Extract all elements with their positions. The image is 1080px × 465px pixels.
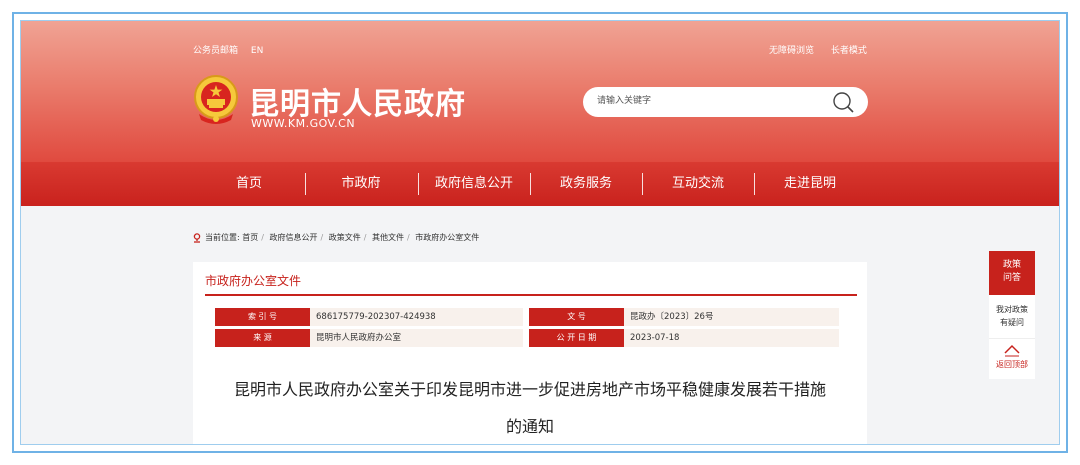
document-number-label: 文 号 [529,308,624,326]
breadcrumb-separator: / [261,233,264,242]
panel-title: 市政府办公室文件 [205,274,302,288]
topbar-right: 无障碍浏览 长者模式 [769,43,881,56]
breadcrumb-policy-documents[interactable]: 政策文件 [329,233,361,242]
breadcrumb-office-documents[interactable]: 市政府办公室文件 [415,233,479,242]
site-url: WWW.KM.GOV.CN [251,117,356,130]
main-content: 当前位置: 首页 / 政府信息公开 / 政策文件 / 其他文件 / 市政府办公室文件 市… [193,232,867,444]
panel-title-rule [205,294,857,296]
nav-item-info-disclosure[interactable]: 政府信息公开 [418,162,530,206]
back-to-top-label: 返回顶部 [996,360,1028,369]
location-pin-icon [193,232,201,243]
breadcrumb-prefix: 当前位置: [205,233,240,242]
source-value: 昆明市人民政府办公室 [310,329,523,347]
policy-question-line2: 有疑问 [1000,318,1024,327]
policy-qa-button[interactable]: 政策 问答 [989,251,1035,295]
nav-item-municipal-government[interactable]: 市政府 [305,162,417,206]
search-input[interactable] [597,95,817,105]
nav-item-home[interactable]: 首页 [193,162,305,206]
document-panel: 市政府办公室文件 索 引 号 686175779-202307-424938 文… [193,262,867,444]
elder-mode-link[interactable]: 长者模式 [831,46,867,56]
nav-item-about-kunming[interactable]: 走进昆明 [754,162,866,206]
meta-row-source: 来 源 昆明市人民政府办公室 公 开 日 期 2023-07-18 [215,329,839,347]
policy-qa-line2: 问答 [1002,273,1021,283]
breadcrumb-separator: / [407,233,410,242]
site-header: 公务员邮箱 EN 无障碍浏览 长者模式 昆明市人民政府 WWW.KM.GOV.C… [21,21,1059,162]
search-box [583,87,868,117]
english-link[interactable]: EN [251,46,263,56]
policy-qa-line1: 政策 [1002,260,1021,270]
breadcrumb-home[interactable]: 首页 [242,233,258,242]
breadcrumb: 当前位置: 首页 / 政府信息公开 / 政策文件 / 其他文件 / 市政府办公室文件 [193,232,479,243]
publish-date-label: 公 开 日 期 [529,329,624,347]
index-number-value: 686175779-202307-424938 [310,308,523,326]
breadcrumb-separator: / [320,233,324,242]
document-title-line1: 昆明市人民政府办公室关于印发昆明市进一步促进房地产市场平稳健康发展若干措施 [233,380,826,399]
index-number-label: 索 引 号 [215,308,310,326]
nav-item-interaction[interactable]: 互动交流 [642,162,754,206]
browser-viewport: 公务员邮箱 EN 无障碍浏览 长者模式 昆明市人民政府 WWW.KM.GOV.C… [20,20,1060,445]
national-emblem-icon[interactable] [193,74,239,126]
screenshot-frame: 公务员邮箱 EN 无障碍浏览 长者模式 昆明市人民政府 WWW.KM.GOV.C… [12,12,1068,453]
meta-row-index: 索 引 号 686175779-202307-424938 文 号 昆政办〔20… [215,308,839,326]
accessibility-link[interactable]: 无障碍浏览 [769,46,814,56]
policy-question-button[interactable]: 我对政策 有疑问 [989,295,1035,339]
chevron-up-icon [1004,344,1020,357]
breadcrumb-info-disclosure[interactable]: 政府信息公开 [270,233,318,242]
main-nav: 首页 市政府 政府信息公开 政务服务 互动交流 走进昆明 [21,162,1059,206]
publish-date-value: 2023-07-18 [624,329,839,347]
email-link[interactable]: 公务员邮箱 [193,46,238,56]
topbar-left: 公务员邮箱 EN [193,43,273,56]
side-float-bar: 政策 问答 我对政策 有疑问 返回顶部 [989,251,1035,379]
breadcrumb-other-documents[interactable]: 其他文件 [372,233,404,242]
back-to-top-button[interactable]: 返回顶部 [989,339,1035,379]
nav-item-government-services[interactable]: 政务服务 [530,162,642,206]
source-label: 来 源 [215,329,310,347]
breadcrumb-separator: / [363,233,367,242]
search-icon[interactable] [832,91,854,113]
policy-question-line1: 我对政策 [996,305,1028,314]
document-number-value: 昆政办〔2023〕26号 [624,308,839,326]
document-title-line2: 的通知 [505,417,554,436]
